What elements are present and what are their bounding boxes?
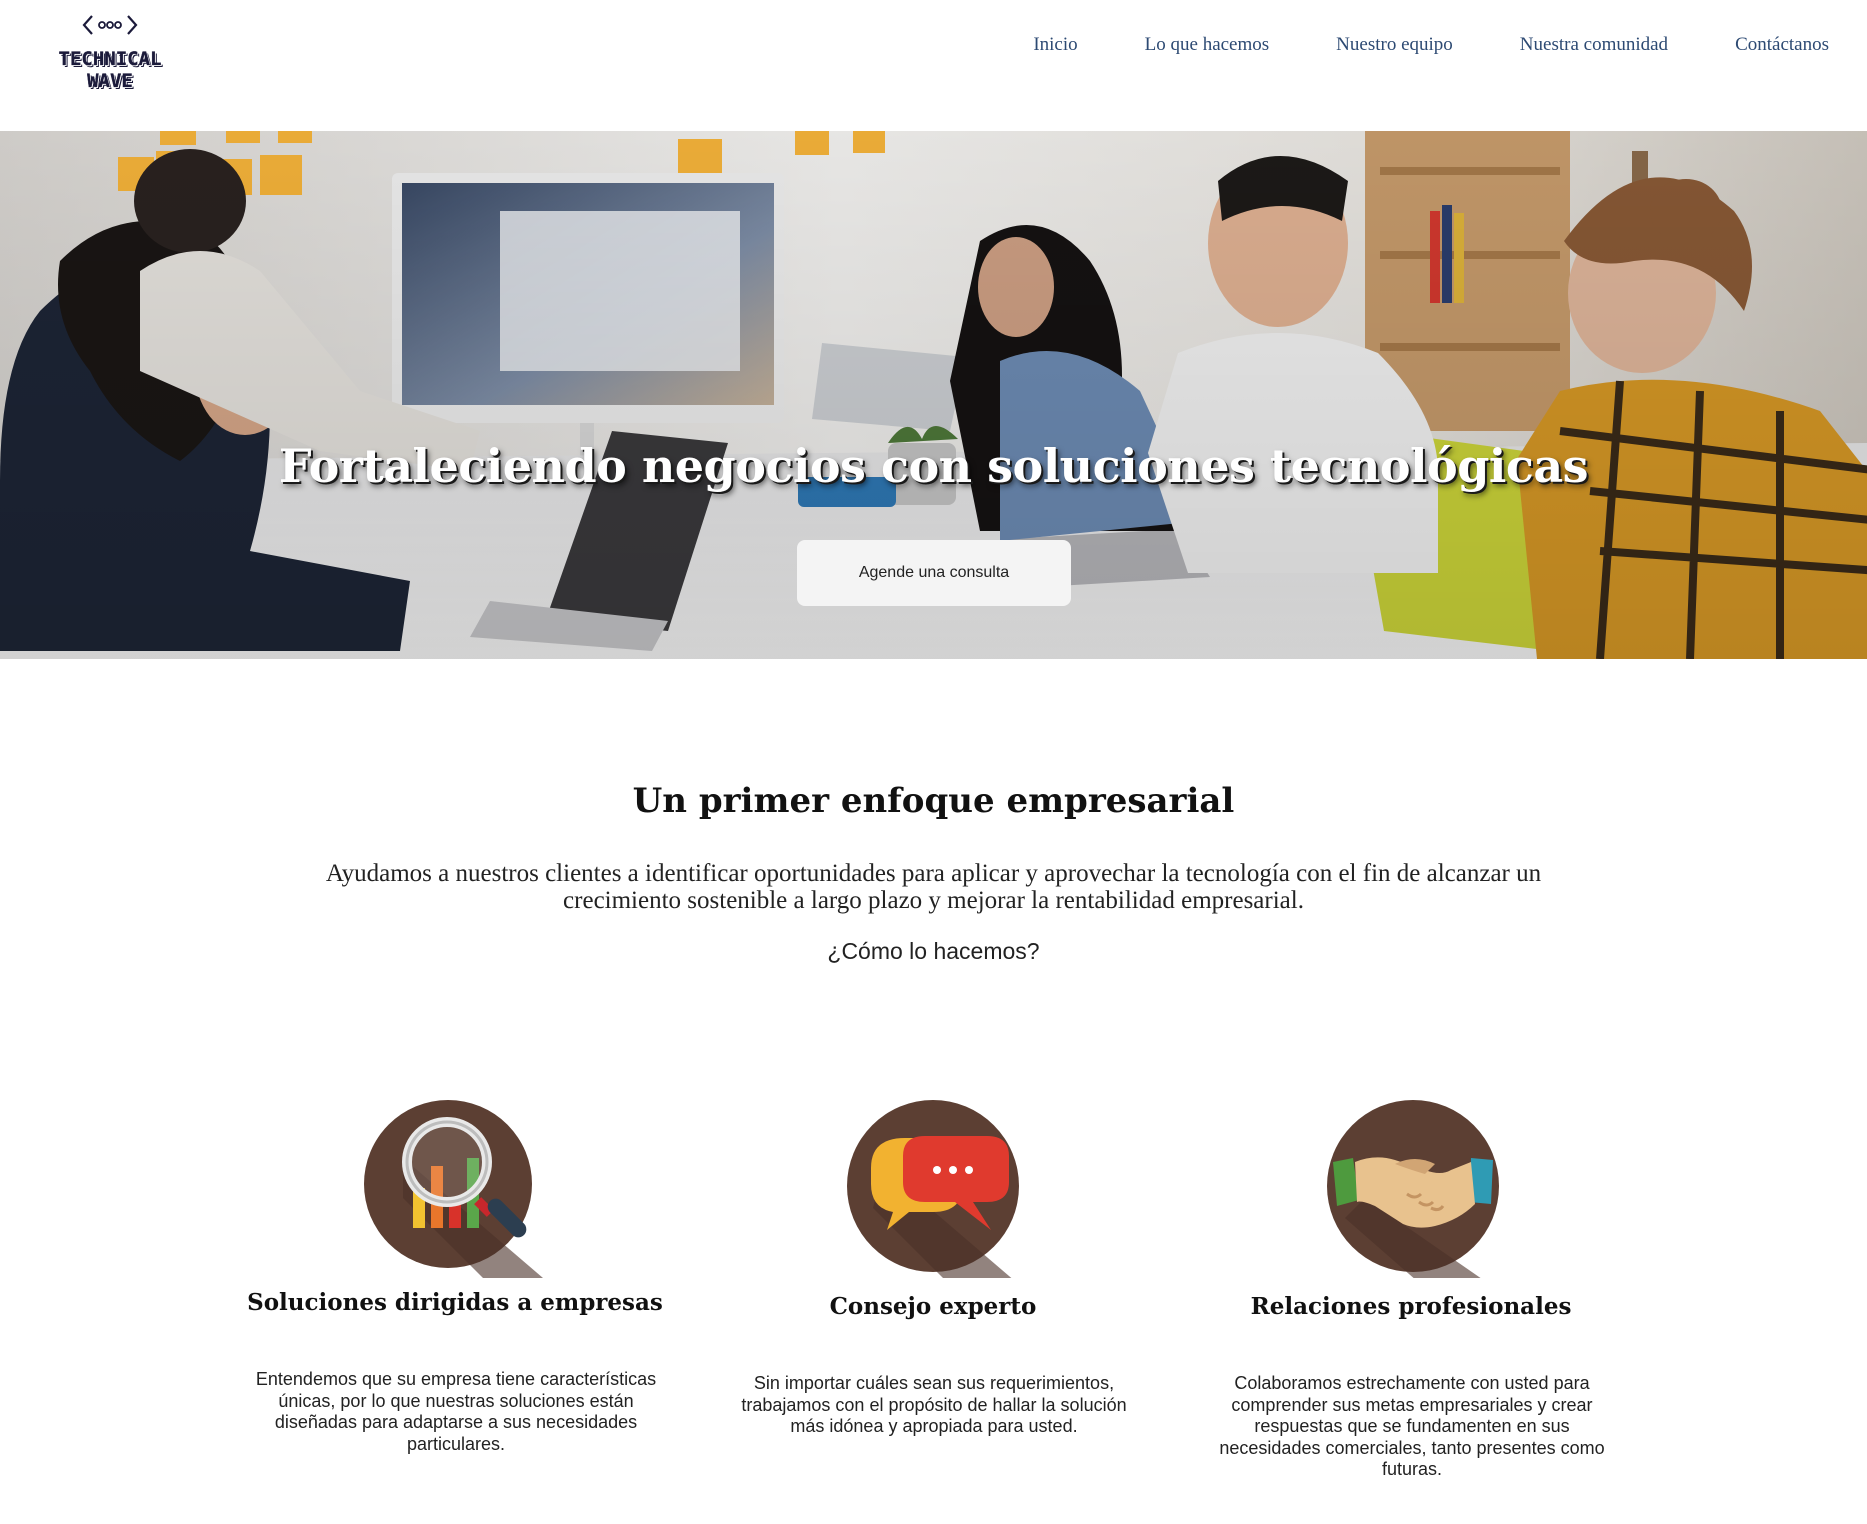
nav-item-lo-que-hacemos[interactable]: Lo que hacemos [1145, 34, 1270, 56]
hero-title: Fortaleciendo negocios con soluciones te… [278, 439, 1589, 493]
feature-text: Sin importar cuáles sean sus requerimien… [741, 1373, 1127, 1436]
section-question: ¿Cómo lo hacemos? [827, 938, 1040, 964]
handshake-icon [1327, 1100, 1499, 1278]
nav-item-nuestro-equipo[interactable]: Nuestro equipo [1336, 34, 1453, 56]
hero-banner: Fortaleciendo negocios con soluciones te… [0, 131, 1867, 659]
nav-item-nuestra-comunidad[interactable]: Nuestra comunidad [1520, 34, 1668, 56]
feature-text: Colaboramos estrechamente con usted para… [1219, 1373, 1605, 1479]
brand-name: TECHNICAL WAVE [58, 48, 162, 92]
feature-card-solutions: Soluciones dirigidas a empresas Entendem… [245, 1090, 665, 1470]
section-lead-text: Ayudamos a nuestros clientes a identific… [325, 860, 1542, 914]
nav-item-contactanos[interactable]: Contáctanos [1735, 34, 1829, 56]
section-title: Un primer enfoque empresarial [632, 781, 1235, 821]
speech-bubbles-icon [847, 1100, 1019, 1278]
schedule-consultation-button[interactable]: Agende una consulta [797, 540, 1071, 606]
site-header: TECHNICAL WAVE Inicio Lo que hacemos Nue… [0, 0, 1867, 131]
feature-title: Consejo experto [829, 1293, 1037, 1320]
code-dots-icon [82, 15, 138, 35]
logo[interactable]: TECHNICAL WAVE [36, 12, 184, 92]
feature-title: Soluciones dirigidas a empresas [247, 1289, 663, 1316]
nav-item-inicio[interactable]: Inicio [1033, 34, 1077, 56]
magnifier-chart-icon [364, 1100, 543, 1278]
feature-title: Relaciones profesionales [1250, 1293, 1572, 1320]
feature-card-relationships: Relaciones profesionales Colaboramos est… [1201, 1090, 1621, 1490]
feature-text: Entendemos que su empresa tiene caracter… [255, 1369, 657, 1454]
main-nav: Inicio Lo que hacemos Nuestro equipo Nue… [966, 34, 1829, 56]
feature-card-expert-advice: Consejo experto Sin importar cuáles sean… [723, 1090, 1143, 1470]
